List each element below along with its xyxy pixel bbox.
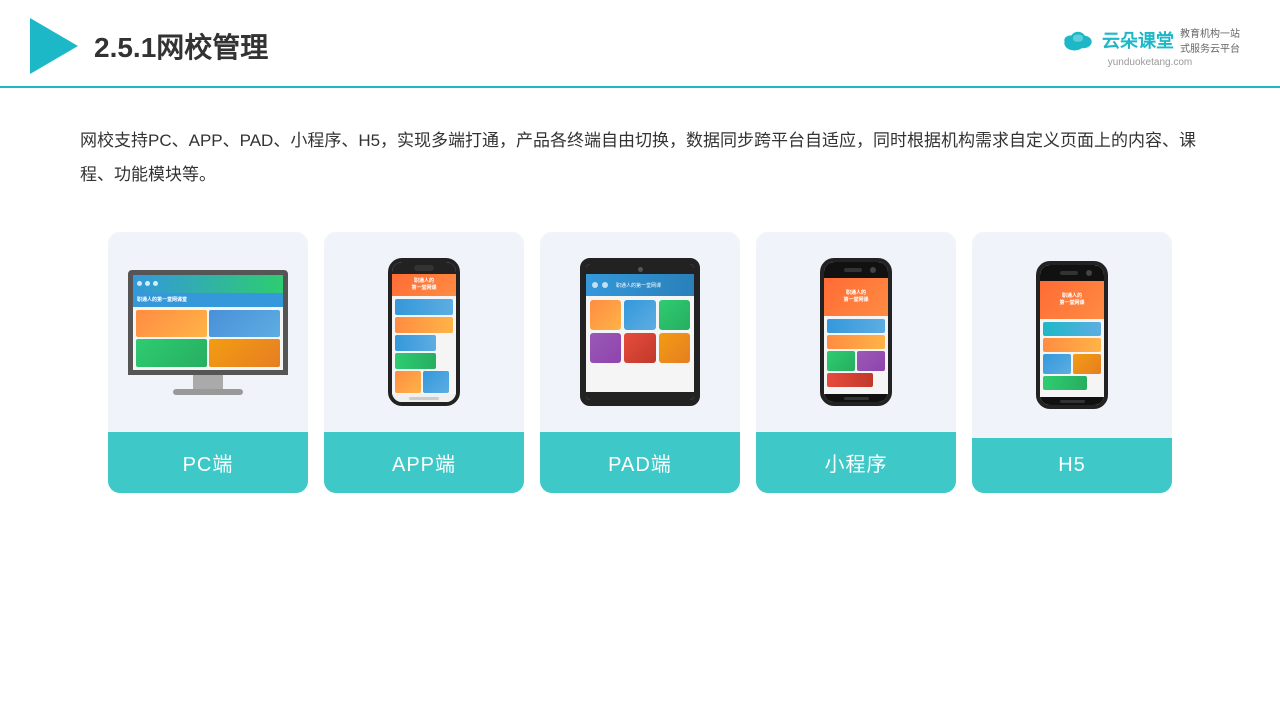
cards-container: 职通人的第一堂网课堂 PC端 bbox=[0, 212, 1280, 493]
pc-monitor-icon: 职通人的第一堂网课堂 bbox=[128, 270, 288, 395]
brand-url: yunduoketang.com bbox=[1108, 57, 1193, 68]
card-pad-image: 职通人的第一堂网课 bbox=[540, 232, 740, 432]
card-app-label: APP端 bbox=[324, 432, 524, 493]
brand-cloud: 云朵课堂 教育机构一站式服务云平台 bbox=[1060, 25, 1240, 55]
card-h5-label: H5 bbox=[972, 438, 1172, 493]
card-miniapp: 职通人的第一堂网课 小程序 bbox=[756, 232, 956, 493]
header: 2.5.1网校管理 云朵课堂 教育机构一站式服务云平台 yunduoketang… bbox=[0, 0, 1280, 88]
card-pc-image: 职通人的第一堂网课堂 bbox=[108, 232, 308, 432]
card-pad: 职通人的第一堂网课 PAD端 bbox=[540, 232, 740, 493]
phone-app-icon: 职通人的第一堂网课 bbox=[388, 258, 460, 406]
monitor-screen: 职通人的第一堂网课堂 bbox=[128, 270, 288, 375]
tablet-icon: 职通人的第一堂网课 bbox=[580, 258, 700, 406]
card-miniapp-label: 小程序 bbox=[756, 432, 956, 493]
card-pc-label: PC端 bbox=[108, 432, 308, 493]
brand-tagline: 教育机构一站式服务云平台 bbox=[1180, 25, 1240, 55]
phone-miniapp-icon: 职通人的第一堂网课 bbox=[820, 258, 892, 406]
card-h5: 职通人的第一堂网课 H5 bbox=[972, 232, 1172, 493]
phone-h5-icon: 职通人的第一堂网课 bbox=[1036, 261, 1108, 409]
card-pad-label: PAD端 bbox=[540, 432, 740, 493]
brand-name: 云朵课堂 bbox=[1102, 27, 1174, 53]
header-left: 2.5.1网校管理 bbox=[30, 18, 268, 74]
cloud-icon bbox=[1060, 27, 1096, 53]
page-title: 2.5.1网校管理 bbox=[94, 26, 268, 66]
logo-triangle-icon bbox=[30, 18, 78, 74]
card-pc: 职通人的第一堂网课堂 PC端 bbox=[108, 232, 308, 493]
card-miniapp-image: 职通人的第一堂网课 bbox=[756, 232, 956, 432]
card-app-image: 职通人的第一堂网课 bbox=[324, 232, 524, 432]
brand-logo: 云朵课堂 教育机构一站式服务云平台 yunduoketang.com bbox=[1060, 25, 1240, 68]
description-text: 网校支持PC、APP、PAD、小程序、H5，实现多端打通，产品各终端自由切换，数… bbox=[0, 88, 1280, 212]
card-app: 职通人的第一堂网课 APP端 bbox=[324, 232, 524, 493]
card-h5-image: 职通人的第一堂网课 bbox=[972, 232, 1172, 438]
